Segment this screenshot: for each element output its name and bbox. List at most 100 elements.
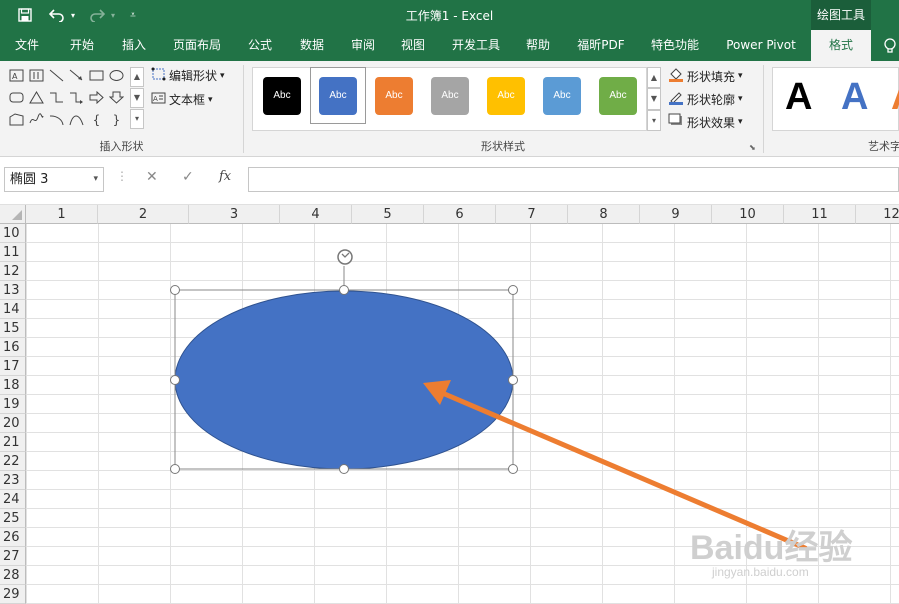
- shape-style-gold[interactable]: Abc: [487, 77, 525, 115]
- right-arrow-shape-icon[interactable]: [88, 90, 105, 106]
- curve-shape-icon[interactable]: [68, 113, 85, 128]
- text-box-label: 文本框: [169, 93, 206, 107]
- shape-fill-button[interactable]: 形状填充 ▾: [668, 67, 743, 85]
- column-header[interactable]: 9: [640, 205, 712, 224]
- row-header[interactable]: 13: [0, 281, 26, 300]
- shape-gallery[interactable]: A { }: [6, 67, 130, 131]
- style-gallery-scroll-up-icon[interactable]: ▲: [647, 67, 661, 88]
- shape-style-green[interactable]: Abc: [599, 77, 637, 115]
- row-header[interactable]: 10: [0, 224, 26, 243]
- row-header[interactable]: 22: [0, 452, 26, 471]
- column-header[interactable]: 1: [26, 205, 98, 224]
- tab-review[interactable]: 审阅: [341, 30, 385, 61]
- shape-effects-button[interactable]: 形状效果 ▾: [668, 113, 743, 131]
- chevron-down-icon: ▾: [220, 70, 225, 81]
- column-header[interactable]: 2: [98, 205, 189, 224]
- column-header[interactable]: 8: [568, 205, 640, 224]
- lightbulb-icon[interactable]: [880, 30, 899, 61]
- column-header[interactable]: 4: [280, 205, 352, 224]
- row-header[interactable]: 23: [0, 471, 26, 490]
- line-shape-icon[interactable]: [48, 69, 65, 84]
- row-header[interactable]: 16: [0, 338, 26, 357]
- edit-shape-button[interactable]: 编辑形状 ▾: [151, 67, 225, 84]
- chevron-down-icon[interactable]: ▾: [93, 168, 98, 191]
- tab-foxit-pdf[interactable]: 福昕PDF: [569, 30, 633, 61]
- shape-style-light-blue[interactable]: Abc: [543, 77, 581, 115]
- row-header[interactable]: 15: [0, 319, 26, 338]
- tab-view[interactable]: 视图: [391, 30, 435, 61]
- shape-style-gray[interactable]: Abc: [431, 77, 469, 115]
- style-gallery-scroll-down-icon[interactable]: ▼: [647, 88, 661, 110]
- column-header[interactable]: 11: [784, 205, 856, 224]
- row-header[interactable]: 20: [0, 414, 26, 433]
- tab-formulas[interactable]: 公式: [238, 30, 282, 61]
- column-header[interactable]: 6: [424, 205, 496, 224]
- rectangle-shape-icon[interactable]: [88, 69, 105, 84]
- tab-home[interactable]: 开始: [60, 30, 104, 61]
- row-header[interactable]: 18: [0, 376, 26, 395]
- row-header[interactable]: 24: [0, 490, 26, 509]
- tab-format[interactable]: 格式: [811, 30, 871, 61]
- row-header[interactable]: 21: [0, 433, 26, 452]
- shape-gallery-scroll-up-icon[interactable]: ▲: [130, 67, 144, 87]
- row-header[interactable]: 12: [0, 262, 26, 281]
- select-all-corner[interactable]: [0, 205, 26, 224]
- shape-style-black[interactable]: Abc: [263, 77, 301, 115]
- right-brace-shape-icon[interactable]: }: [108, 113, 125, 128]
- row-header[interactable]: 19: [0, 395, 26, 414]
- tab-insert[interactable]: 插入: [112, 30, 156, 61]
- text-box-shape-icon[interactable]: A: [8, 69, 25, 84]
- dialog-launcher-icon[interactable]: ⬊: [749, 143, 756, 152]
- tab-file[interactable]: 文件: [6, 30, 48, 61]
- formula-input[interactable]: [248, 167, 899, 192]
- column-header[interactable]: 7: [496, 205, 568, 224]
- shape-gallery-more-icon[interactable]: ▾: [130, 109, 144, 129]
- freeform-shape-icon[interactable]: [8, 113, 25, 128]
- down-arrow-shape-icon[interactable]: [108, 91, 125, 106]
- oval-shape-icon[interactable]: [108, 69, 125, 84]
- triangle-shape-icon[interactable]: [28, 91, 45, 106]
- column-header[interactable]: 5: [352, 205, 424, 224]
- tab-developer[interactable]: 开发工具: [444, 30, 508, 61]
- style-gallery-more-icon[interactable]: ▾: [647, 110, 661, 131]
- drag-handle-icon[interactable]: ⋮: [116, 169, 128, 183]
- wordart-style-orange[interactable]: A: [891, 76, 899, 119]
- column-header[interactable]: 3: [189, 205, 280, 224]
- text-box-button[interactable]: A 文本框 ▾: [151, 91, 213, 108]
- elbow-connector-shape-icon[interactable]: [48, 91, 65, 106]
- insert-function-button[interactable]: fx: [219, 169, 231, 184]
- column-header[interactable]: 10: [712, 205, 784, 224]
- vertical-text-box-shape-icon[interactable]: [28, 69, 45, 84]
- tab-power-pivot[interactable]: Power Pivot: [718, 30, 804, 61]
- check-icon[interactable]: ✓: [182, 169, 194, 185]
- row-header[interactable]: 28: [0, 566, 26, 585]
- chevron-down-icon: ▾: [738, 117, 743, 127]
- row-header[interactable]: 25: [0, 509, 26, 528]
- elbow-arrow-connector-shape-icon[interactable]: [68, 91, 85, 106]
- row-header[interactable]: 29: [0, 585, 26, 604]
- row-header[interactable]: 17: [0, 357, 26, 376]
- tab-page-layout[interactable]: 页面布局: [166, 30, 228, 61]
- wordart-style-blue[interactable]: A: [841, 76, 868, 119]
- row-header[interactable]: 26: [0, 528, 26, 547]
- column-header[interactable]: 12: [856, 205, 899, 224]
- row-header[interactable]: 11: [0, 243, 26, 262]
- name-box[interactable]: 椭圆 3 ▾: [4, 167, 104, 192]
- tab-special-features[interactable]: 特色功能: [642, 30, 708, 61]
- arrow-line-shape-icon[interactable]: [68, 69, 85, 84]
- shape-outline-button[interactable]: 形状轮廓 ▾: [668, 90, 743, 108]
- tab-help[interactable]: 帮助: [516, 30, 560, 61]
- close-icon[interactable]: ✕: [146, 169, 158, 185]
- rounded-rectangle-shape-icon[interactable]: [8, 91, 25, 106]
- tab-data[interactable]: 数据: [290, 30, 334, 61]
- scribble-shape-icon[interactable]: [28, 113, 45, 128]
- shape-style-orange[interactable]: Abc: [375, 77, 413, 115]
- row-header[interactable]: 27: [0, 547, 26, 566]
- wordart-style-black[interactable]: A: [785, 76, 812, 119]
- watermark-url: jingyan.baidu.com: [712, 565, 809, 579]
- left-brace-shape-icon[interactable]: {: [88, 113, 105, 128]
- row-header[interactable]: 14: [0, 300, 26, 319]
- shape-gallery-scroll-down-icon[interactable]: ▼: [130, 88, 144, 108]
- shape-style-blue[interactable]: Abc: [319, 77, 357, 115]
- arc-shape-icon[interactable]: [48, 113, 65, 128]
